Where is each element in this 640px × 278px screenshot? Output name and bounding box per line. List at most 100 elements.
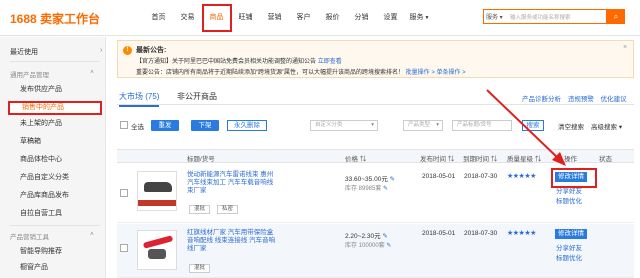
sidebar-group-general-label: 通用产品管理 bbox=[10, 72, 49, 79]
product-price-value: 2.20~2.30元 bbox=[345, 233, 381, 240]
search-icon: ⌕ bbox=[613, 12, 619, 21]
product-title[interactable]: 悦动新能源汽车雷诺线束 惠州汽车线束加工 汽车车载音响线束厂家 bbox=[187, 171, 277, 195]
th-quality-label: 质量星级 bbox=[507, 156, 533, 163]
tag-mixed-batch[interactable]: 混批 bbox=[189, 264, 211, 273]
sidebar-group-marketing[interactable]: 产品营销工具 ˄ bbox=[10, 231, 94, 241]
edit-icon[interactable]: ✎ bbox=[386, 243, 391, 249]
sidebar-item-custom-category[interactable]: 产品自定义分类 bbox=[8, 171, 102, 185]
product-search-button[interactable]: 搜索 bbox=[522, 120, 544, 131]
th-quality[interactable]: 质量星级 ⇅ bbox=[507, 153, 541, 163]
sidebar: 最近使用 › 通用产品管理 ˄ 发布供应产品 销售中的产品 未上架的产品 草稿箱… bbox=[0, 37, 106, 278]
nav-marketing[interactable]: 营销 bbox=[261, 0, 288, 36]
nav-services[interactable]: 服务▼ bbox=[406, 0, 433, 36]
category-select-label: 自定义分类 bbox=[315, 122, 343, 128]
expire-date: 2018-07-30 bbox=[464, 173, 498, 180]
product-stock: 库存 100000套 ✎ bbox=[345, 240, 391, 249]
cable-graphic bbox=[142, 235, 174, 249]
alert-icon: ! bbox=[123, 46, 132, 55]
nav-shop[interactable]: 旺铺 bbox=[232, 0, 259, 36]
search-button[interactable]: ⌕ bbox=[607, 9, 625, 24]
edit-icon[interactable]: ✎ bbox=[390, 176, 395, 183]
nav-distribution[interactable]: 分销 bbox=[348, 0, 375, 36]
row-checkbox[interactable] bbox=[120, 189, 128, 197]
tag-private[interactable]: 私密 bbox=[217, 205, 239, 214]
sidebar-item-unlisted[interactable]: 未上架的产品 bbox=[8, 117, 102, 131]
th-expire-label: 到期时间 bbox=[463, 156, 489, 163]
tab-private[interactable]: 非公开商品 bbox=[177, 91, 217, 102]
republish-button[interactable]: 重发 bbox=[151, 120, 179, 131]
quality-stars: ★★★★★ bbox=[507, 230, 536, 237]
edit-icon[interactable]: ✎ bbox=[382, 233, 387, 240]
edit-icon[interactable]: ✎ bbox=[383, 186, 388, 192]
tag-mixed-batch[interactable]: 混批 bbox=[189, 205, 211, 214]
title-optimize-link[interactable]: 标题优化 bbox=[556, 195, 582, 205]
notice-view-link[interactable]: 立即查看 bbox=[318, 59, 342, 65]
search-scope-label: 服务 bbox=[486, 15, 499, 21]
advanced-search-link[interactable]: 高级搜索 ▾ bbox=[591, 121, 622, 131]
product-thumbnail[interactable] bbox=[137, 230, 177, 270]
product-type-select[interactable]: 产品类型 ▾ bbox=[403, 120, 443, 131]
global-search-input[interactable]: 输入服务或功能名称搜索 bbox=[510, 13, 571, 21]
th-price-label: 价格 bbox=[345, 156, 358, 163]
nav-customers[interactable]: 客户 bbox=[290, 0, 317, 36]
sidebar-item-library-publish[interactable]: 产品库商品发布 bbox=[8, 189, 102, 203]
take-offline-button[interactable]: 下架 bbox=[191, 120, 219, 131]
sidebar-divider bbox=[10, 225, 100, 226]
sidebar-item-on-sale[interactable]: 销售中的产品 bbox=[8, 101, 102, 115]
announcement-panel: ! 最新公告: 【官方通知】关于阿里巴巴中国站免费会员相关功能调整的通知公告 立… bbox=[117, 40, 634, 78]
sort-icon: ⇅ bbox=[447, 156, 455, 163]
edit-details-button[interactable]: 修改详情 bbox=[555, 229, 587, 239]
nav-quotes[interactable]: 报价 bbox=[319, 0, 346, 36]
search-scope-select[interactable]: 服务 ▾ bbox=[486, 12, 503, 21]
sidebar-item-self-tools[interactable]: 自拉自营工具 bbox=[8, 207, 102, 221]
select-all-checkbox[interactable] bbox=[120, 121, 128, 129]
product-thumbnail[interactable] bbox=[137, 171, 177, 211]
share-friends-link[interactable]: 分享好友 bbox=[556, 242, 582, 252]
th-publish[interactable]: 发布时间 ⇅ bbox=[420, 153, 454, 163]
sidebar-item-drafts[interactable]: 草稿箱 bbox=[8, 135, 102, 149]
title-optimize-link[interactable]: 标题优化 bbox=[556, 252, 582, 262]
close-icon[interactable]: × bbox=[623, 44, 627, 51]
sidebar-item-publish[interactable]: 发布供应产品 bbox=[8, 83, 102, 97]
notice-line-2-text: 重要公告：店铺内所有商品将于近期陆续添加“跨境货源”属性，可以大幅提升该商品的跨… bbox=[136, 70, 404, 76]
delete-permanently-button[interactable]: 永久删除 bbox=[227, 120, 267, 131]
product-toolbar: 全选 重发 下架 永久删除 自定义分类 ▾ 产品类型 ▾ 产品标题/货号 搜索 清空… bbox=[117, 115, 634, 135]
banner-graphic bbox=[138, 200, 176, 206]
th-status: 状态 bbox=[599, 156, 612, 163]
connector-graphic bbox=[148, 249, 166, 259]
sidebar-divider bbox=[10, 61, 100, 62]
sidebar-group-marketing-label: 产品营销工具 bbox=[10, 234, 49, 241]
nav-trade[interactable]: 交易 bbox=[174, 0, 201, 36]
sidebar-item-smart-recommend[interactable]: 智能导购推荐 bbox=[8, 245, 102, 259]
link-diagnosis[interactable]: 产品诊断分析 bbox=[522, 96, 561, 103]
chevron-up-icon: ˄ bbox=[90, 231, 94, 238]
product-price-value: 33.60~35.00元 bbox=[345, 176, 388, 183]
notice-title: 最新公告: bbox=[136, 47, 167, 54]
sidebar-item-health-check[interactable]: 商品体检中心 bbox=[8, 153, 102, 167]
quality-stars: ★★★★★ bbox=[507, 173, 536, 180]
site-logo[interactable]: 1688 卖家工作台 bbox=[10, 10, 100, 27]
expire-date: 2018-07-30 bbox=[464, 230, 498, 237]
sidebar-recent[interactable]: 最近使用 › bbox=[10, 47, 102, 57]
product-title[interactable]: 红旗线材厂家 汽车用带保险盒音响配线 线束连接线 汽车音响线厂家 bbox=[187, 229, 277, 253]
tab-market[interactable]: 大市场 (75) bbox=[119, 91, 160, 107]
sidebar-recent-label: 最近使用 bbox=[10, 49, 38, 56]
th-expire[interactable]: 到期时间 ⇅ bbox=[463, 153, 497, 163]
th-title: 标题/货号 bbox=[187, 156, 215, 163]
category-select[interactable]: 自定义分类 ▾ bbox=[310, 120, 378, 131]
table-row: 红旗线材厂家 汽车用带保险盒音响配线 线束连接线 汽车音响线厂家 混批 2.20… bbox=[117, 224, 634, 278]
product-tabs: 大市场 (75) 非公开商品 产品诊断分析 违规预警 优化建议 bbox=[117, 89, 634, 107]
row-checkbox[interactable] bbox=[120, 244, 128, 252]
link-optimize[interactable]: 优化建议 bbox=[601, 96, 627, 103]
chevron-up-icon: ˄ bbox=[90, 69, 94, 76]
notice-line-2: 重要公告：店铺内所有商品将于近期陆续添加“跨境货源”属性，可以大幅提升该商品的跨… bbox=[136, 67, 466, 76]
nav-settings[interactable]: 设置 bbox=[377, 0, 404, 36]
sidebar-item-showcase[interactable]: 橱窗产品 bbox=[8, 261, 102, 275]
clear-search-link[interactable]: 清空搜索 bbox=[558, 121, 584, 131]
notice-batch-link[interactable]: 批量操作 > 单条操作 > bbox=[406, 70, 466, 76]
sidebar-group-general[interactable]: 通用产品管理 ˄ bbox=[10, 69, 94, 79]
product-search-input[interactable]: 产品标题/货号 bbox=[452, 120, 512, 131]
link-violation[interactable]: 违规预警 bbox=[568, 96, 594, 103]
nav-home[interactable]: 首页 bbox=[145, 0, 172, 36]
th-price[interactable]: 价格 ⇅ bbox=[345, 153, 366, 163]
